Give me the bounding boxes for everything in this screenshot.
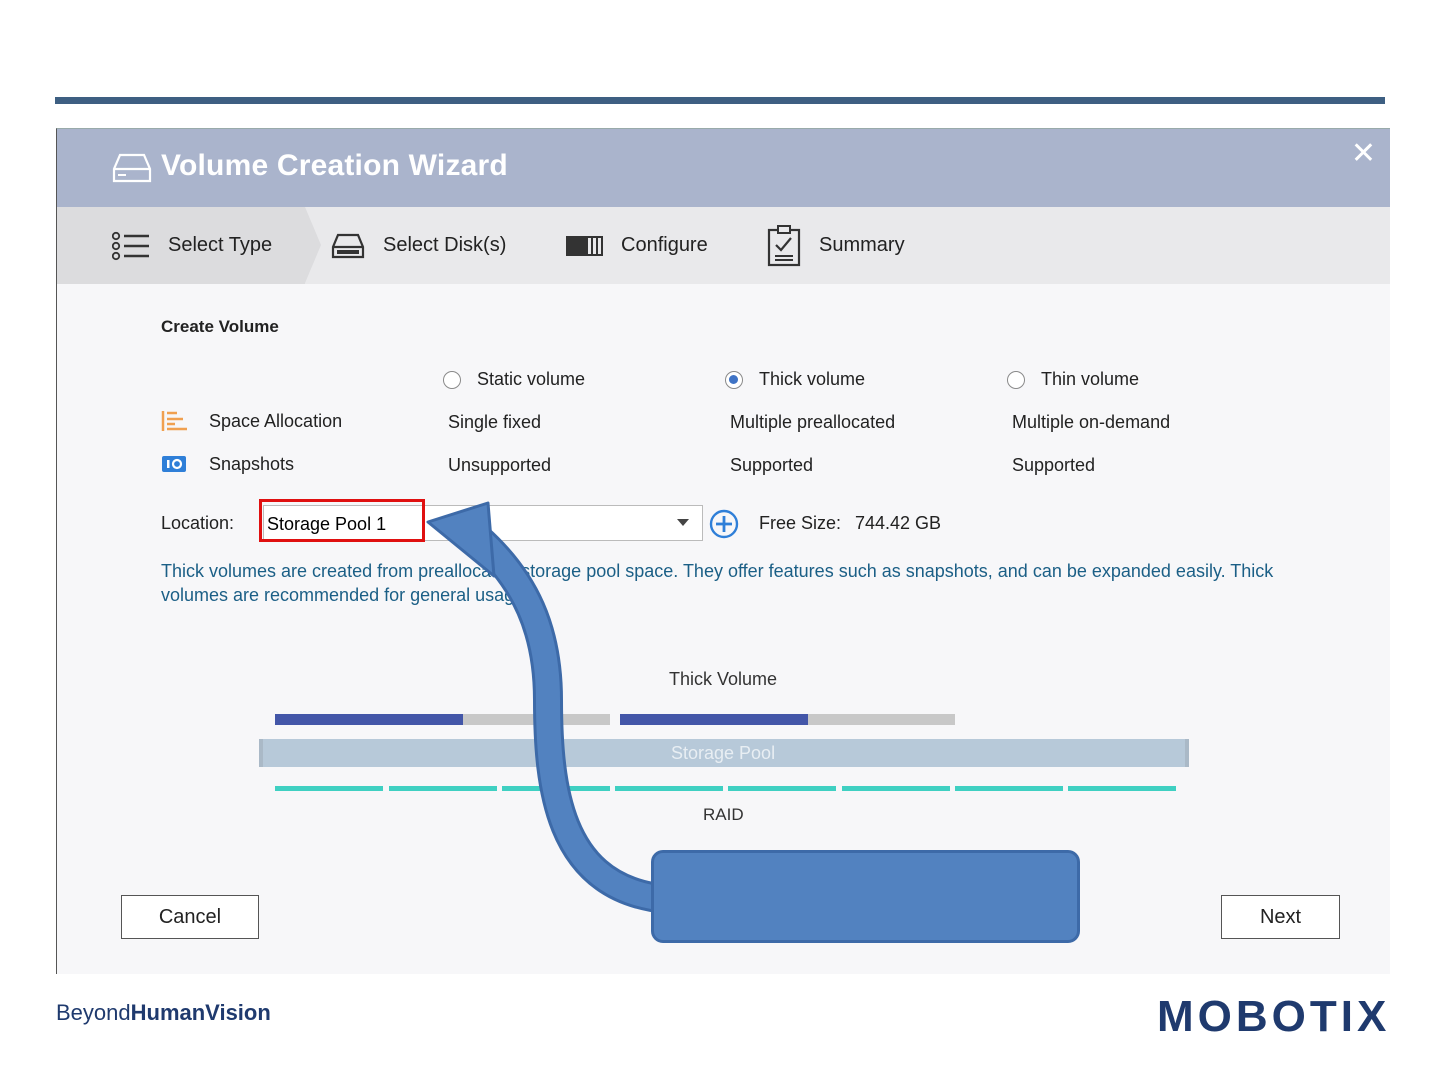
step-label: Select Type	[168, 234, 273, 256]
option-label: Thick volume	[759, 369, 866, 389]
option-label: Static volume	[477, 369, 586, 389]
list-icon	[112, 231, 149, 260]
dialog-titlebar: Volume Creation Wizard ✕	[57, 129, 1390, 207]
option-label: Thin volume	[1041, 369, 1140, 389]
mobotix-logo: MOBOTIX	[1157, 992, 1391, 1041]
step-label: Configure	[621, 234, 708, 256]
volume-used-bar	[620, 714, 808, 725]
raid-segment	[842, 786, 950, 791]
footer-tagline: BeyondHumanVision	[56, 1000, 271, 1026]
raid-label: RAID	[703, 805, 744, 824]
highlight-box	[259, 499, 425, 542]
raid-segment	[1068, 786, 1176, 791]
radio-static-volume[interactable]: Static volume	[443, 369, 585, 390]
thin-space-value: Multiple on-demand	[1012, 412, 1171, 432]
static-space-value: Single fixed	[448, 412, 542, 432]
thick-snapshots-value: Supported	[730, 455, 814, 475]
row-label-text: Snapshots	[209, 453, 295, 474]
header-rule	[55, 97, 1385, 104]
snapshots-row-label: Snapshots	[161, 453, 294, 475]
dialog-title: Volume Creation Wizard	[161, 149, 508, 182]
snapshot-icon	[162, 456, 186, 472]
hard-drive-icon	[112, 153, 152, 183]
radio-button[interactable]	[443, 370, 461, 389]
row-label-text: Space Allocation	[209, 410, 343, 431]
clipboard-check-icon	[767, 224, 801, 266]
space-allocation-row-label: Space Allocation	[161, 410, 342, 432]
location-label: Location:	[161, 513, 235, 533]
step-label: Summary	[819, 234, 905, 256]
free-size-label: Free Size:	[759, 513, 842, 533]
raid-segment	[955, 786, 1063, 791]
space-allocation-icon	[161, 411, 187, 431]
raid-segment	[275, 786, 383, 791]
volume-free-bar	[463, 714, 610, 725]
wizard-steps: Select Type Select Disk(s) Configure Sum…	[57, 207, 1390, 284]
tagline-light: Beyond	[56, 1000, 131, 1025]
thick-space-value: Multiple preallocated	[730, 412, 896, 432]
close-icon[interactable]: ✕	[1351, 139, 1376, 169]
step-select-type[interactable]: Select Type	[112, 207, 272, 284]
create-volume-heading: Create Volume	[161, 317, 279, 336]
add-pool-icon[interactable]	[709, 509, 739, 539]
cancel-button[interactable]: Cancel	[121, 895, 259, 939]
tagline-bold: HumanVision	[130, 1000, 271, 1025]
radio-thin-volume[interactable]: Thin volume	[1007, 369, 1139, 390]
volume-used-bar	[275, 714, 463, 725]
static-snapshots-value: Unsupported	[448, 455, 552, 475]
raid-segment	[615, 786, 723, 791]
volume-free-bar	[808, 714, 955, 725]
radio-button-selected[interactable]	[725, 370, 743, 389]
thin-snapshots-value: Supported	[1012, 455, 1096, 475]
active-step-arrow	[305, 207, 321, 283]
free-size-value: 744.42 GB	[855, 513, 942, 533]
volume-creation-dialog: Volume Creation Wizard ✕ Select Type Sel…	[56, 128, 1390, 974]
chevron-down-icon[interactable]	[677, 519, 689, 526]
volume-description: Thick volumes are created from prealloca…	[161, 561, 1274, 605]
radio-thick-volume[interactable]: Thick volume	[725, 369, 865, 390]
step-summary[interactable]: Summary	[767, 207, 905, 284]
configure-icon	[566, 235, 603, 256]
step-label: Select Disk(s)	[383, 234, 507, 256]
raid-segment	[502, 786, 610, 791]
next-button[interactable]: Next	[1221, 895, 1340, 939]
raid-segment	[389, 786, 497, 791]
step-configure[interactable]: Configure	[566, 207, 708, 284]
raid-segment	[728, 786, 836, 791]
storage-pool-label: Storage Pool	[671, 743, 776, 763]
diagram-title: Thick Volume	[669, 669, 778, 689]
disk-drive-icon	[331, 233, 365, 258]
callout-box	[651, 850, 1080, 943]
radio-button[interactable]	[1007, 370, 1025, 389]
step-select-disks[interactable]: Select Disk(s)	[331, 207, 506, 284]
